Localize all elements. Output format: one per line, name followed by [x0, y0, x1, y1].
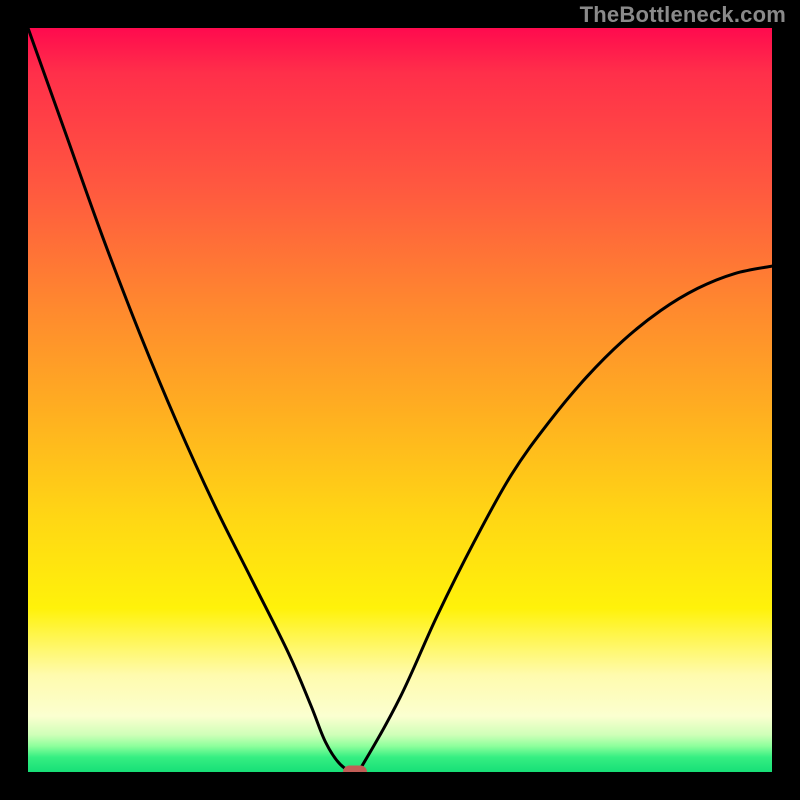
watermark-text: TheBottleneck.com	[580, 2, 786, 28]
chart-frame: TheBottleneck.com	[0, 0, 800, 800]
bottleneck-curve	[28, 28, 772, 772]
plot-area	[28, 28, 772, 772]
optimum-marker	[343, 766, 367, 773]
